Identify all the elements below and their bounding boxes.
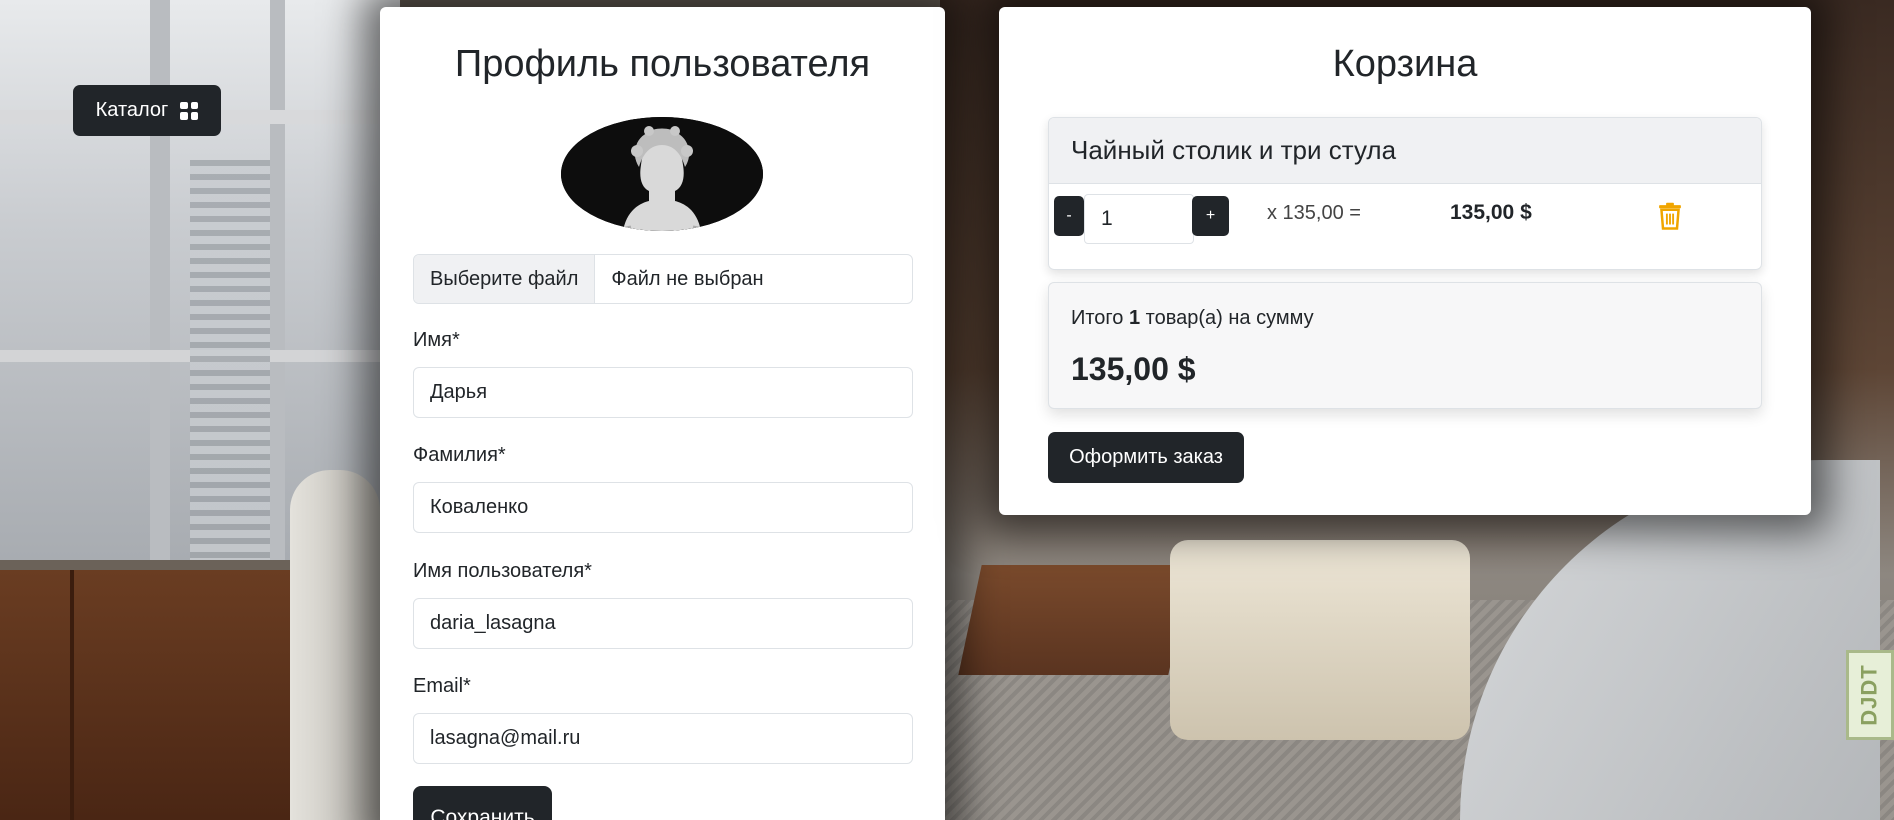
profile-title: Профиль пользователя bbox=[454, 43, 871, 85]
email-input[interactable] bbox=[413, 713, 913, 764]
checkout-button[interactable]: Оформить заказ bbox=[1048, 432, 1244, 483]
quantity-input[interactable] bbox=[1084, 194, 1194, 244]
debug-toolbar-handle[interactable]: DJDT bbox=[1846, 650, 1894, 740]
background-building bbox=[190, 160, 270, 560]
save-button[interactable]: Сохранить bbox=[413, 786, 552, 820]
summary-suffix: товар(а) на сумму bbox=[1140, 307, 1314, 329]
cart-title: Корзина bbox=[1332, 43, 1478, 85]
last-name-label: Фамилия* bbox=[413, 444, 506, 466]
choose-file-button[interactable]: Выберите файл bbox=[414, 255, 596, 303]
background-armchair bbox=[1170, 540, 1470, 740]
cart-item-name: Чайный столик и три стула bbox=[1049, 118, 1761, 184]
decrease-quantity-button[interactable]: - bbox=[1054, 196, 1084, 236]
file-status: Файл не выбран bbox=[611, 267, 764, 290]
line-total: 135,00 $ bbox=[1450, 201, 1532, 224]
trash-icon[interactable] bbox=[1657, 202, 1683, 230]
email-label: Email* bbox=[413, 675, 471, 697]
debug-toolbar-label: DJDT bbox=[1857, 664, 1883, 726]
avatar bbox=[561, 117, 763, 231]
cart-item: Чайный столик и три стула - + x 135,00 =… bbox=[1048, 117, 1762, 270]
first-name-label: Имя* bbox=[413, 329, 460, 351]
catalog-label: Каталог bbox=[95, 99, 169, 121]
avatar-file-input[interactable]: Выберите файл Файл не выбран bbox=[413, 254, 913, 304]
summary-count: 1 bbox=[1128, 307, 1141, 329]
first-name-input[interactable] bbox=[413, 367, 913, 418]
avatar-image bbox=[561, 117, 763, 231]
summary-line: Итого 1 товар(а) на сумму bbox=[1071, 307, 1314, 330]
profile-card: Профиль пользователя Выберите файл Файл … bbox=[380, 7, 945, 820]
last-name-input[interactable] bbox=[413, 482, 913, 533]
background-chair bbox=[290, 470, 380, 820]
catalog-button[interactable]: Каталог bbox=[73, 85, 221, 136]
username-label: Имя пользователя* bbox=[413, 560, 592, 582]
background-table bbox=[958, 565, 1192, 675]
summary-prefix: Итого bbox=[1071, 307, 1129, 329]
username-input[interactable] bbox=[413, 598, 913, 649]
unit-price: x 135,00 = bbox=[1267, 202, 1361, 224]
increase-quantity-button[interactable]: + bbox=[1192, 196, 1229, 236]
cart-card: Корзина Чайный столик и три стула - + x … bbox=[999, 7, 1811, 515]
summary-total: 135,00 $ bbox=[1071, 351, 1196, 387]
cart-item-body: - + x 135,00 = 135,00 $ bbox=[1049, 184, 1761, 269]
grid-icon bbox=[180, 101, 199, 120]
cart-summary: Итого 1 товар(а) на сумму 135,00 $ bbox=[1048, 282, 1762, 409]
